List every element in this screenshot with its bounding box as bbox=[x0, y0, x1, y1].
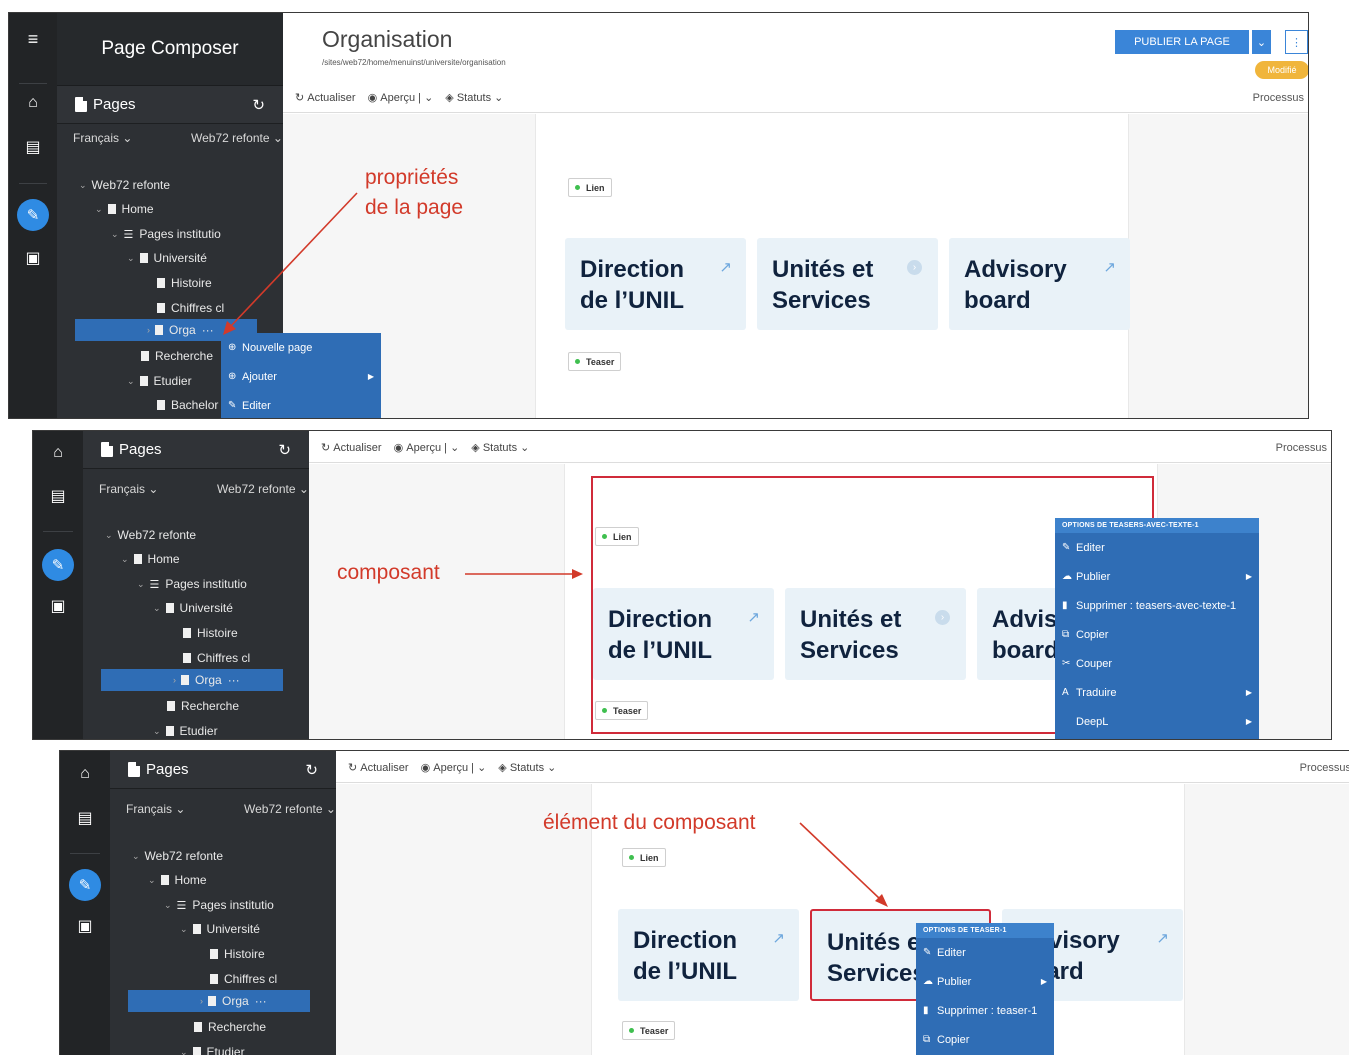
screenshot-panel-2: ⌂ ▤ ✎ ▣ Pages ↻ Français ⌄ Web72 refonte… bbox=[32, 430, 1332, 740]
annotation-arrow-2 bbox=[465, 569, 583, 579]
screenshot-panel-3: ⌂ ▤ ✎ ▣ Pages ↻ Français ⌄ Web72 refonte… bbox=[59, 750, 1349, 1055]
screenshot-panel-1: ≡ ⌂ ▤ ✎ ▣ Page Composer Pages ↻ Français… bbox=[8, 12, 1309, 419]
annotation-arrow-1 bbox=[223, 192, 358, 335]
annotation-arrow-3 bbox=[799, 822, 888, 907]
